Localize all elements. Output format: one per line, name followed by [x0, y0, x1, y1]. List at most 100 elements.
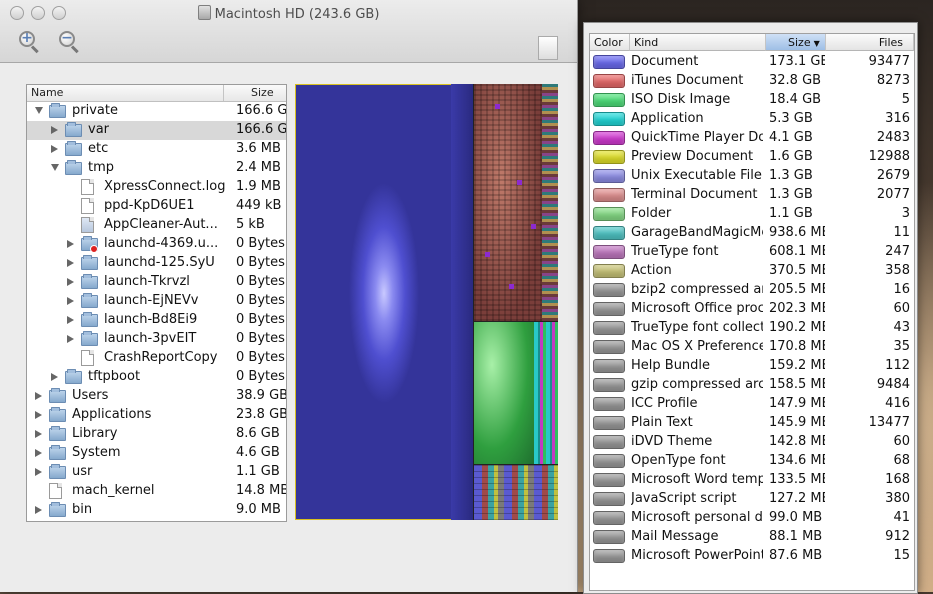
size-column-header[interactable]: Size [251, 86, 274, 99]
tree-row[interactable]: private 166.6 GB [27, 102, 286, 121]
name-column-header[interactable]: Name [31, 86, 63, 99]
kind-row[interactable]: Microsoft PowerPoint 87.6 MB 15 [590, 547, 914, 566]
color-swatch[interactable] [593, 283, 625, 297]
kind-row[interactable]: Microsoft personal di 99.0 MB 41 [590, 509, 914, 528]
color-swatch[interactable] [593, 150, 625, 164]
disclosure-closed-icon[interactable] [35, 468, 42, 476]
disclosure-closed-icon[interactable] [67, 240, 74, 248]
kind-row[interactable]: Help Bundle 159.2 MB 112 [590, 357, 914, 376]
tree-row[interactable]: launchd-4369.u... 0 Bytes [27, 235, 286, 254]
disclosure-closed-icon[interactable] [35, 506, 42, 514]
kind-row[interactable]: TrueType font 608.1 MB 247 [590, 243, 914, 262]
zoom-out-button[interactable]: − [57, 30, 79, 54]
kind-row[interactable]: GarageBandMagicMen 938.6 MB 11 [590, 224, 914, 243]
kind-row[interactable]: TrueType font collect 190.2 MB 43 [590, 319, 914, 338]
kind-row[interactable]: bzip2 compressed ar 205.5 MB 16 [590, 281, 914, 300]
kind-row[interactable]: JavaScript script 127.2 MB 380 [590, 490, 914, 509]
disclosure-closed-icon[interactable] [35, 449, 42, 457]
color-swatch[interactable] [593, 169, 625, 183]
treemap-block-applications[interactable] [474, 322, 534, 464]
kind-row[interactable]: Document 173.1 GB 93477 [590, 53, 914, 72]
tree-row[interactable]: XpressConnect.log 1.9 MB [27, 178, 286, 197]
tree-row[interactable]: launch-3pvEIT 0 Bytes [27, 330, 286, 349]
kind-column-header[interactable]: Kind [630, 34, 766, 51]
disclosure-closed-icon[interactable] [67, 297, 74, 305]
tree-row[interactable]: var 166.6 GB [27, 121, 286, 140]
kind-row[interactable]: QuickTime Player Doc 4.1 GB 2483 [590, 129, 914, 148]
kind-row[interactable]: Unix Executable File 1.3 GB 2679 [590, 167, 914, 186]
color-swatch[interactable] [593, 549, 625, 563]
disclosure-closed-icon[interactable] [35, 411, 42, 419]
disclosure-open-icon[interactable] [35, 107, 43, 114]
tree-row[interactable]: launch-EjNEVv 0 Bytes [27, 292, 286, 311]
kind-row[interactable]: iTunes Document 32.8 GB 8273 [590, 72, 914, 91]
color-swatch[interactable] [593, 340, 625, 354]
disclosure-closed-icon[interactable] [35, 392, 42, 400]
kind-row[interactable]: iDVD Theme 142.8 MB 60 [590, 433, 914, 452]
zoom-in-button[interactable]: + [17, 30, 39, 54]
tree-row[interactable]: launch-Tkrvzl 0 Bytes [27, 273, 286, 292]
color-swatch[interactable] [593, 454, 625, 468]
tree-row[interactable]: mach_kernel 14.8 MB [27, 482, 286, 501]
kind-row[interactable]: Microsoft Office proc 202.3 MB 60 [590, 300, 914, 319]
color-swatch[interactable] [593, 378, 625, 392]
disclosure-closed-icon[interactable] [67, 259, 74, 267]
color-swatch[interactable] [593, 530, 625, 544]
kind-row[interactable]: ISO Disk Image 18.4 GB 5 [590, 91, 914, 110]
disclosure-closed-icon[interactable] [67, 316, 74, 324]
disclosure-closed-icon[interactable] [51, 126, 58, 134]
kind-row[interactable]: Mail Message 88.1 MB 912 [590, 528, 914, 547]
disclosure-closed-icon[interactable] [51, 145, 58, 153]
color-swatch[interactable] [593, 321, 625, 335]
kind-row[interactable]: Microsoft Word temp 133.5 MB 168 [590, 471, 914, 490]
kind-row[interactable]: gzip compressed arc 158.5 MB 9484 [590, 376, 914, 395]
disclosure-closed-icon[interactable] [35, 430, 42, 438]
color-swatch[interactable] [593, 74, 625, 88]
color-swatch[interactable] [593, 397, 625, 411]
tree-row[interactable]: AppCleaner-Aut... 5 kB [27, 216, 286, 235]
color-swatch[interactable] [593, 226, 625, 240]
color-swatch[interactable] [593, 207, 625, 221]
size-column-header-active[interactable]: Size ▼ [766, 34, 826, 51]
tree-row[interactable]: bin 9.0 MB [27, 501, 286, 520]
color-swatch[interactable] [593, 416, 625, 430]
color-swatch[interactable] [593, 112, 625, 126]
tree-row[interactable]: usr 1.1 GB [27, 463, 286, 482]
color-swatch[interactable] [593, 188, 625, 202]
tree-row[interactable]: tmp 2.4 MB [27, 159, 286, 178]
color-swatch[interactable] [593, 264, 625, 278]
color-swatch[interactable] [593, 302, 625, 316]
toolbar-toggle-button[interactable] [538, 36, 558, 60]
tree-row[interactable]: etc 3.6 MB [27, 140, 286, 159]
treemap-view[interactable] [295, 84, 558, 520]
disclosure-open-icon[interactable] [51, 164, 59, 171]
tree-row[interactable]: ppd-KpD6UE1 449 kB [27, 197, 286, 216]
kind-row[interactable]: Terminal Document 1.3 GB 2077 [590, 186, 914, 205]
kind-row[interactable]: OpenType font 134.6 MB 68 [590, 452, 914, 471]
color-column-header[interactable]: Color [590, 34, 630, 51]
kind-row[interactable]: ICC Profile 147.9 MB 416 [590, 395, 914, 414]
color-swatch[interactable] [593, 55, 625, 69]
kind-row[interactable]: Folder 1.1 GB 3 [590, 205, 914, 224]
files-column-header[interactable]: Files [826, 34, 914, 51]
color-swatch[interactable] [593, 435, 625, 449]
kind-row[interactable]: Plain Text 145.9 MB 13477 [590, 414, 914, 433]
disclosure-closed-icon[interactable] [51, 373, 58, 381]
treemap-block-library[interactable] [474, 465, 558, 520]
color-swatch[interactable] [593, 131, 625, 145]
tree-row[interactable]: Applications 23.8 GB [27, 406, 286, 425]
kind-row[interactable]: Action 370.5 MB 358 [590, 262, 914, 281]
kind-row[interactable]: Preview Document 1.6 GB 12988 [590, 148, 914, 167]
kind-row[interactable]: Mac OS X Preference 170.8 MB 35 [590, 338, 914, 357]
color-swatch[interactable] [593, 359, 625, 373]
treemap-block-users[interactable] [474, 84, 542, 321]
tree-row[interactable]: launchd-125.SyU 0 Bytes [27, 254, 286, 273]
tree-row[interactable]: CrashReportCopy 0 Bytes [27, 349, 286, 368]
color-swatch[interactable] [593, 473, 625, 487]
color-swatch[interactable] [593, 511, 625, 525]
tree-row[interactable]: launch-Bd8Ei9 0 Bytes [27, 311, 286, 330]
tree-row[interactable]: System 4.6 GB [27, 444, 286, 463]
color-swatch[interactable] [593, 492, 625, 506]
disclosure-closed-icon[interactable] [67, 278, 74, 286]
disclosure-closed-icon[interactable] [67, 335, 74, 343]
